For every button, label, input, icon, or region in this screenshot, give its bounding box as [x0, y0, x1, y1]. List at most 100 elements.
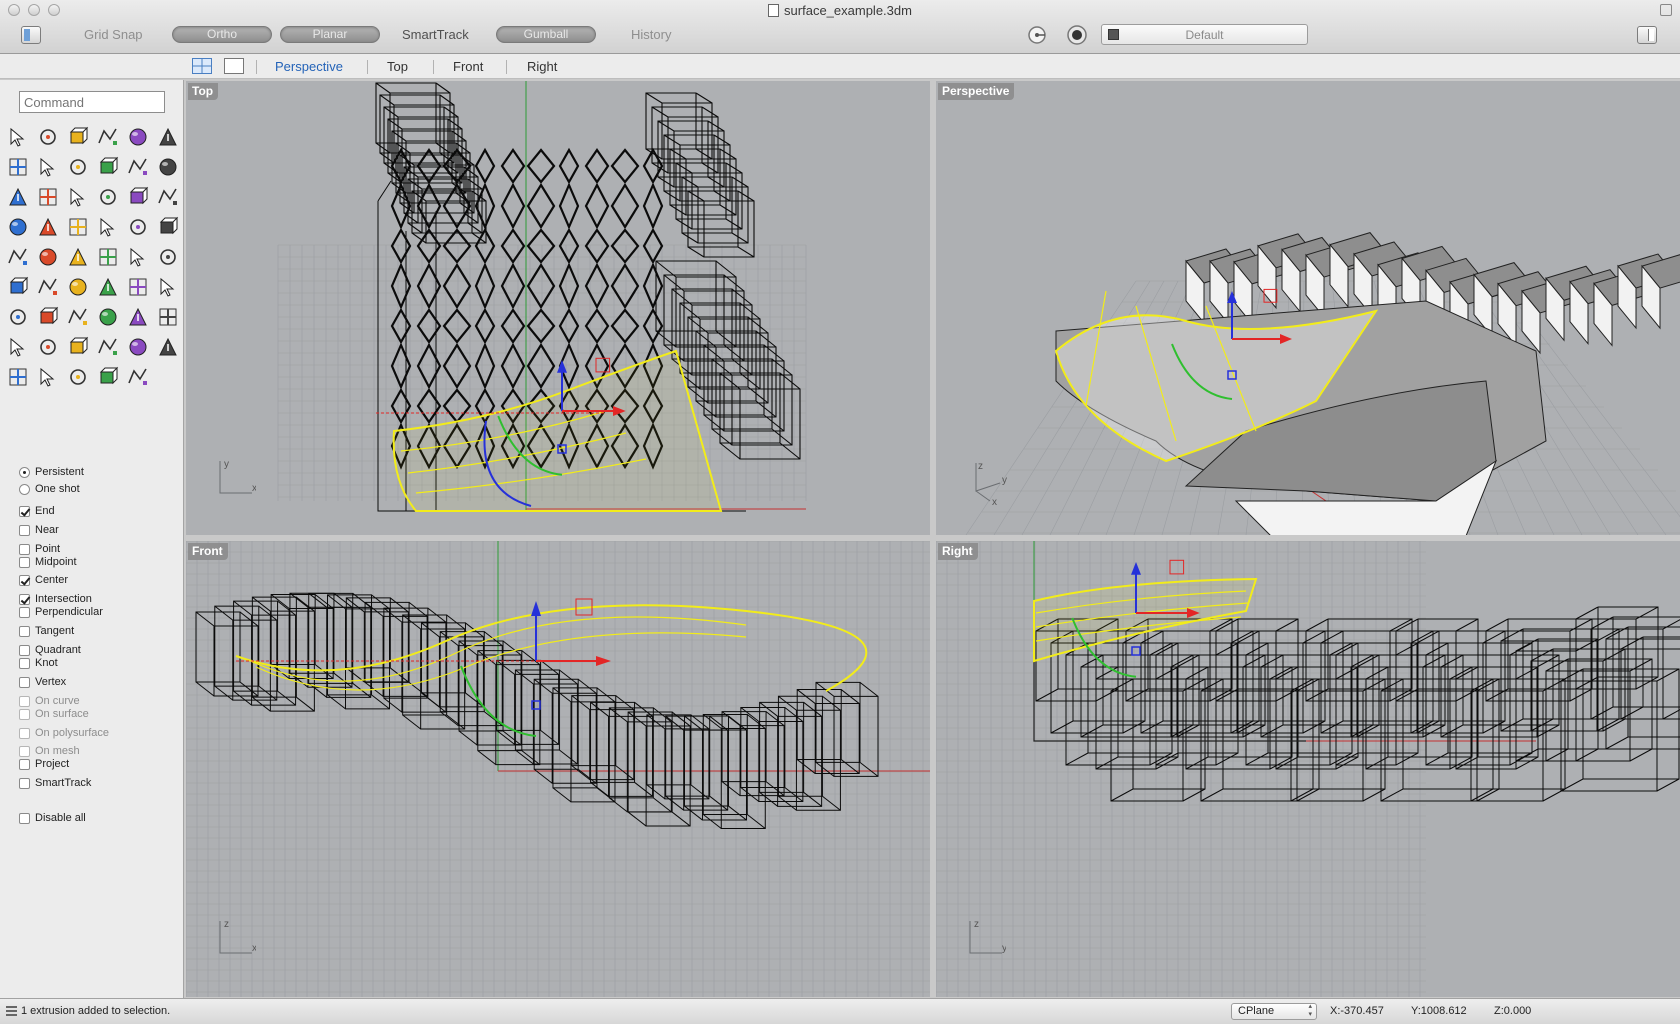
properties-icon[interactable] [33, 332, 63, 362]
zoom-extents-icon[interactable] [63, 302, 93, 332]
rectangle-icon[interactable] [33, 152, 63, 182]
tab-top[interactable]: Top [387, 59, 408, 74]
checkbox[interactable] [19, 543, 30, 555]
trim-icon[interactable] [3, 212, 33, 242]
layer-state-icon[interactable] [1066, 24, 1088, 46]
polygon-icon[interactable] [3, 152, 33, 182]
command-input[interactable] [19, 91, 165, 113]
viewport-right-label[interactable]: Right [938, 543, 978, 560]
tab-perspective[interactable]: Perspective [275, 59, 343, 74]
color-wheel-icon[interactable] [153, 332, 183, 362]
text-icon[interactable] [3, 242, 33, 272]
boolean-icon[interactable] [63, 212, 93, 242]
single-view-layout-icon[interactable] [224, 58, 244, 74]
array-icon[interactable] [63, 242, 93, 272]
viewport-front[interactable]: Front z x [186, 541, 930, 997]
osnap-smarttrack[interactable]: SmartTrack [19, 775, 91, 791]
join-icon[interactable] [123, 212, 153, 242]
osnap-project[interactable]: Project [19, 756, 69, 772]
material-icon[interactable] [123, 272, 153, 302]
fullscreen-icon[interactable] [1660, 4, 1672, 16]
osnap-one-shot[interactable]: One shot [19, 481, 80, 497]
rotate-view-icon[interactable] [123, 302, 153, 332]
toggle-left-sidebar-button[interactable] [21, 26, 41, 44]
snap-grid-icon[interactable] [123, 362, 153, 392]
mesh-icon[interactable] [33, 362, 63, 392]
checkbox[interactable] [19, 574, 30, 586]
osnap-knot[interactable]: Knot [19, 655, 58, 671]
cylinder-icon[interactable] [63, 182, 93, 212]
checkbox[interactable] [19, 758, 30, 770]
checkbox[interactable] [19, 524, 30, 536]
box-icon[interactable] [3, 182, 33, 212]
checkbox[interactable] [19, 812, 30, 824]
osnap-tangent[interactable]: Tangent [19, 623, 74, 639]
smarttrack-toggle[interactable]: SmartTrack [402, 27, 469, 42]
osnap-perpendicular[interactable]: Perpendicular [19, 604, 103, 620]
viewport-top-label[interactable]: Top [188, 83, 219, 100]
dimension-icon[interactable] [153, 242, 183, 272]
group-icon[interactable] [93, 212, 123, 242]
command-history-icon[interactable] [6, 1006, 17, 1016]
grid-snap-toggle[interactable]: Grid Snap [84, 27, 143, 42]
checkbox[interactable] [19, 505, 30, 517]
radio-button[interactable] [19, 466, 30, 478]
viewport-top[interactable]: Top y x [186, 81, 930, 535]
history-toggle[interactable]: History [631, 27, 671, 42]
ellipse-icon[interactable] [153, 122, 183, 152]
zoom-window-icon[interactable] [33, 302, 63, 332]
render-cube-icon[interactable] [123, 242, 153, 272]
ortho-toggle[interactable]: Ortho [172, 26, 272, 43]
viewport-perspective-label[interactable]: Perspective [938, 83, 1015, 100]
split-icon[interactable] [33, 212, 63, 242]
transform-icon[interactable] [93, 242, 123, 272]
select-arrow-icon[interactable] [3, 122, 33, 152]
loft-icon[interactable] [153, 152, 183, 182]
current-layer-dropdown[interactable]: Default [1101, 24, 1308, 45]
move-icon[interactable] [33, 272, 63, 302]
layer-icon[interactable] [63, 272, 93, 302]
checkbox[interactable] [19, 777, 30, 789]
point-icon[interactable] [33, 122, 63, 152]
tab-front[interactable]: Front [453, 59, 483, 74]
viewport-front-label[interactable]: Front [188, 543, 228, 560]
checkbox[interactable] [19, 556, 30, 568]
extrude-icon[interactable] [93, 182, 123, 212]
rebuild-icon[interactable] [153, 212, 183, 242]
osnap-near[interactable]: Near [19, 522, 59, 538]
blue-sphere-icon[interactable] [63, 362, 93, 392]
viewport-perspective[interactable]: Perspective z y x [936, 81, 1680, 535]
shield-icon[interactable] [123, 332, 153, 362]
checkbox[interactable] [19, 676, 30, 688]
four-view-layout-icon[interactable] [192, 58, 212, 74]
clip-icon[interactable] [3, 332, 33, 362]
lock-icon[interactable] [93, 332, 123, 362]
globe-icon[interactable] [3, 362, 33, 392]
gear-icon[interactable] [123, 182, 153, 212]
cplane-dropdown[interactable]: CPlane [1231, 1003, 1317, 1020]
zoom-icon[interactable] [3, 302, 33, 332]
paint-icon[interactable] [153, 272, 183, 302]
curve-icon[interactable] [93, 122, 123, 152]
planar-toggle[interactable]: Planar [280, 26, 380, 43]
osnap-persistent[interactable]: Persistent [19, 464, 84, 480]
zoom-selected-icon[interactable] [93, 302, 123, 332]
toggle-right-sidebar-button[interactable] [1637, 26, 1657, 44]
check-icon[interactable] [93, 272, 123, 302]
checkbox[interactable] [19, 644, 30, 656]
tab-right[interactable]: Right [527, 59, 557, 74]
osnap-disable-all[interactable]: Disable all [19, 810, 86, 826]
osnap-midpoint[interactable]: Midpoint [19, 554, 77, 570]
spotlight-icon[interactable] [93, 362, 123, 392]
checkbox[interactable] [19, 657, 30, 669]
osnap-vertex[interactable]: Vertex [19, 674, 66, 690]
flame-icon[interactable] [153, 182, 183, 212]
light-icon[interactable] [63, 332, 93, 362]
arc-icon[interactable] [63, 152, 93, 182]
fillet-icon[interactable] [93, 152, 123, 182]
checkbox[interactable] [19, 625, 30, 637]
surface-icon[interactable] [123, 152, 153, 182]
scale-icon[interactable] [33, 242, 63, 272]
circle-icon[interactable] [123, 122, 153, 152]
grid-array-icon[interactable] [3, 272, 33, 302]
